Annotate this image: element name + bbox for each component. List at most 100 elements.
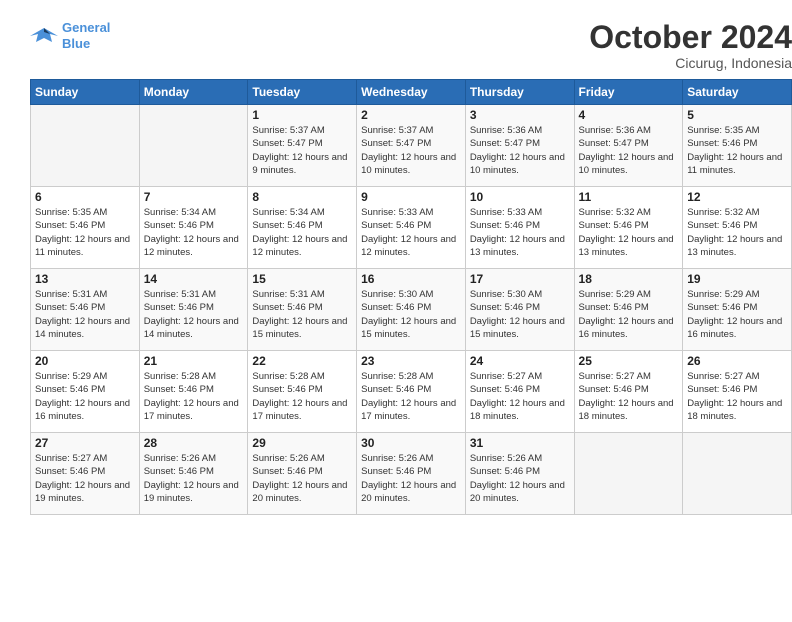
calendar-cell xyxy=(574,433,683,515)
day-number: 24 xyxy=(470,354,570,368)
day-number: 29 xyxy=(252,436,352,450)
day-info: Sunrise: 5:34 AMSunset: 5:46 PMDaylight:… xyxy=(144,206,244,259)
month-title: October 2024 xyxy=(589,20,792,55)
day-info: Sunrise: 5:29 AMSunset: 5:46 PMDaylight:… xyxy=(687,288,787,341)
day-info: Sunrise: 5:32 AMSunset: 5:46 PMDaylight:… xyxy=(579,206,679,259)
day-info: Sunrise: 5:37 AMSunset: 5:47 PMDaylight:… xyxy=(252,124,352,177)
calendar-cell: 9 Sunrise: 5:33 AMSunset: 5:46 PMDaylight… xyxy=(357,187,466,269)
day-info: Sunrise: 5:30 AMSunset: 5:46 PMDaylight:… xyxy=(470,288,570,341)
calendar-week-row: 27 Sunrise: 5:27 AMSunset: 5:46 PMDayligh… xyxy=(31,433,792,515)
day-info: Sunrise: 5:28 AMSunset: 5:46 PMDaylight:… xyxy=(252,370,352,423)
day-info: Sunrise: 5:32 AMSunset: 5:46 PMDaylight:… xyxy=(687,206,787,259)
day-info: Sunrise: 5:35 AMSunset: 5:46 PMDaylight:… xyxy=(687,124,787,177)
day-number: 1 xyxy=(252,108,352,122)
day-info: Sunrise: 5:26 AMSunset: 5:46 PMDaylight:… xyxy=(252,452,352,505)
calendar-cell: 25Sunrise: 5:27 AMSunset: 5:46 PMDayligh… xyxy=(574,351,683,433)
calendar-cell: 2Sunrise: 5:37 AMSunset: 5:47 PMDaylight… xyxy=(357,105,466,187)
calendar-cell: 13 Sunrise: 5:31 AMSunset: 5:46 PMDayligh… xyxy=(31,269,140,351)
weekday-header: Friday xyxy=(574,80,683,105)
calendar-cell: 5 Sunrise: 5:35 AMSunset: 5:46 PMDaylight… xyxy=(683,105,792,187)
day-number: 20 xyxy=(35,354,135,368)
day-number: 9 xyxy=(361,190,461,204)
calendar-cell: 28Sunrise: 5:26 AMSunset: 5:46 PMDayligh… xyxy=(139,433,248,515)
day-number: 18 xyxy=(579,272,679,286)
calendar-cell: 23 Sunrise: 5:28 AMSunset: 5:46 PMDayligh… xyxy=(357,351,466,433)
calendar-cell: 27 Sunrise: 5:27 AMSunset: 5:46 PMDayligh… xyxy=(31,433,140,515)
day-number: 10 xyxy=(470,190,570,204)
day-info: Sunrise: 5:27 AMSunset: 5:46 PMDaylight:… xyxy=(470,370,570,423)
day-number: 11 xyxy=(579,190,679,204)
weekday-header: Thursday xyxy=(465,80,574,105)
calendar-cell: 24 Sunrise: 5:27 AMSunset: 5:46 PMDayligh… xyxy=(465,351,574,433)
calendar-header-row: SundayMondayTuesdayWednesdayThursdayFrid… xyxy=(31,80,792,105)
day-number: 25 xyxy=(579,354,679,368)
day-info: Sunrise: 5:26 AMSunset: 5:46 PMDaylight:… xyxy=(361,452,461,505)
day-info: Sunrise: 5:28 AMSunset: 5:46 PMDaylight:… xyxy=(361,370,461,423)
calendar-cell: 30 Sunrise: 5:26 AMSunset: 5:46 PMDayligh… xyxy=(357,433,466,515)
day-info: Sunrise: 5:33 AMSunset: 5:46 PMDaylight:… xyxy=(361,206,461,259)
location: Cicurug, Indonesia xyxy=(589,55,792,71)
logo: General Blue xyxy=(30,20,110,51)
header: General Blue October 2024 Cicurug, Indon… xyxy=(30,20,792,71)
calendar-cell: 26Sunrise: 5:27 AMSunset: 5:46 PMDayligh… xyxy=(683,351,792,433)
day-number: 31 xyxy=(470,436,570,450)
calendar-cell: 16Sunrise: 5:30 AMSunset: 5:46 PMDayligh… xyxy=(357,269,466,351)
day-number: 8 xyxy=(252,190,352,204)
weekday-header: Wednesday xyxy=(357,80,466,105)
logo-text: General Blue xyxy=(62,20,110,51)
day-info: Sunrise: 5:34 AMSunset: 5:46 PMDaylight:… xyxy=(252,206,352,259)
calendar-cell: 4Sunrise: 5:36 AMSunset: 5:47 PMDaylight… xyxy=(574,105,683,187)
calendar: SundayMondayTuesdayWednesdayThursdayFrid… xyxy=(30,79,792,515)
weekday-header: Tuesday xyxy=(248,80,357,105)
calendar-cell: 12 Sunrise: 5:32 AMSunset: 5:46 PMDayligh… xyxy=(683,187,792,269)
day-number: 30 xyxy=(361,436,461,450)
calendar-cell: 31 Sunrise: 5:26 AMSunset: 5:46 PMDayligh… xyxy=(465,433,574,515)
calendar-cell: 1 Sunrise: 5:37 AMSunset: 5:47 PMDaylight… xyxy=(248,105,357,187)
day-info: Sunrise: 5:31 AMSunset: 5:46 PMDaylight:… xyxy=(252,288,352,341)
title-block: October 2024 Cicurug, Indonesia xyxy=(589,20,792,71)
calendar-week-row: 1 Sunrise: 5:37 AMSunset: 5:47 PMDaylight… xyxy=(31,105,792,187)
day-info: Sunrise: 5:26 AMSunset: 5:46 PMDaylight:… xyxy=(470,452,570,505)
day-number: 27 xyxy=(35,436,135,450)
calendar-cell: 21Sunrise: 5:28 AMSunset: 5:46 PMDayligh… xyxy=(139,351,248,433)
day-info: Sunrise: 5:30 AMSunset: 5:46 PMDaylight:… xyxy=(361,288,461,341)
calendar-cell: 8 Sunrise: 5:34 AMSunset: 5:46 PMDaylight… xyxy=(248,187,357,269)
weekday-header: Sunday xyxy=(31,80,140,105)
day-info: Sunrise: 5:29 AMSunset: 5:46 PMDaylight:… xyxy=(35,370,135,423)
day-info: Sunrise: 5:37 AMSunset: 5:47 PMDaylight:… xyxy=(361,124,461,177)
calendar-cell: 11 Sunrise: 5:32 AMSunset: 5:46 PMDayligh… xyxy=(574,187,683,269)
day-number: 7 xyxy=(144,190,244,204)
day-number: 14 xyxy=(144,272,244,286)
day-info: Sunrise: 5:27 AMSunset: 5:46 PMDaylight:… xyxy=(35,452,135,505)
day-number: 17 xyxy=(470,272,570,286)
day-number: 23 xyxy=(361,354,461,368)
calendar-cell xyxy=(31,105,140,187)
calendar-cell: 7 Sunrise: 5:34 AMSunset: 5:46 PMDaylight… xyxy=(139,187,248,269)
day-number: 22 xyxy=(252,354,352,368)
calendar-week-row: 13 Sunrise: 5:31 AMSunset: 5:46 PMDayligh… xyxy=(31,269,792,351)
calendar-cell: 18 Sunrise: 5:29 AMSunset: 5:46 PMDayligh… xyxy=(574,269,683,351)
day-info: Sunrise: 5:35 AMSunset: 5:46 PMDaylight:… xyxy=(35,206,135,259)
calendar-cell: 29 Sunrise: 5:26 AMSunset: 5:46 PMDayligh… xyxy=(248,433,357,515)
day-number: 13 xyxy=(35,272,135,286)
calendar-week-row: 6 Sunrise: 5:35 AMSunset: 5:46 PMDaylight… xyxy=(31,187,792,269)
day-number: 6 xyxy=(35,190,135,204)
calendar-cell: 22 Sunrise: 5:28 AMSunset: 5:46 PMDayligh… xyxy=(248,351,357,433)
logo-line2: Blue xyxy=(62,36,90,51)
day-info: Sunrise: 5:29 AMSunset: 5:46 PMDaylight:… xyxy=(579,288,679,341)
calendar-week-row: 20 Sunrise: 5:29 AMSunset: 5:46 PMDayligh… xyxy=(31,351,792,433)
day-number: 15 xyxy=(252,272,352,286)
calendar-cell xyxy=(683,433,792,515)
calendar-cell: 14Sunrise: 5:31 AMSunset: 5:46 PMDayligh… xyxy=(139,269,248,351)
page: General Blue October 2024 Cicurug, Indon… xyxy=(15,10,792,622)
calendar-cell: 20 Sunrise: 5:29 AMSunset: 5:46 PMDayligh… xyxy=(31,351,140,433)
day-info: Sunrise: 5:36 AMSunset: 5:47 PMDaylight:… xyxy=(470,124,570,177)
calendar-cell: 17 Sunrise: 5:30 AMSunset: 5:46 PMDayligh… xyxy=(465,269,574,351)
day-number: 5 xyxy=(687,108,787,122)
day-info: Sunrise: 5:26 AMSunset: 5:46 PMDaylight:… xyxy=(144,452,244,505)
day-number: 26 xyxy=(687,354,787,368)
calendar-cell: 19Sunrise: 5:29 AMSunset: 5:46 PMDayligh… xyxy=(683,269,792,351)
day-info: Sunrise: 5:31 AMSunset: 5:46 PMDaylight:… xyxy=(35,288,135,341)
day-info: Sunrise: 5:36 AMSunset: 5:47 PMDaylight:… xyxy=(579,124,679,177)
day-number: 12 xyxy=(687,190,787,204)
